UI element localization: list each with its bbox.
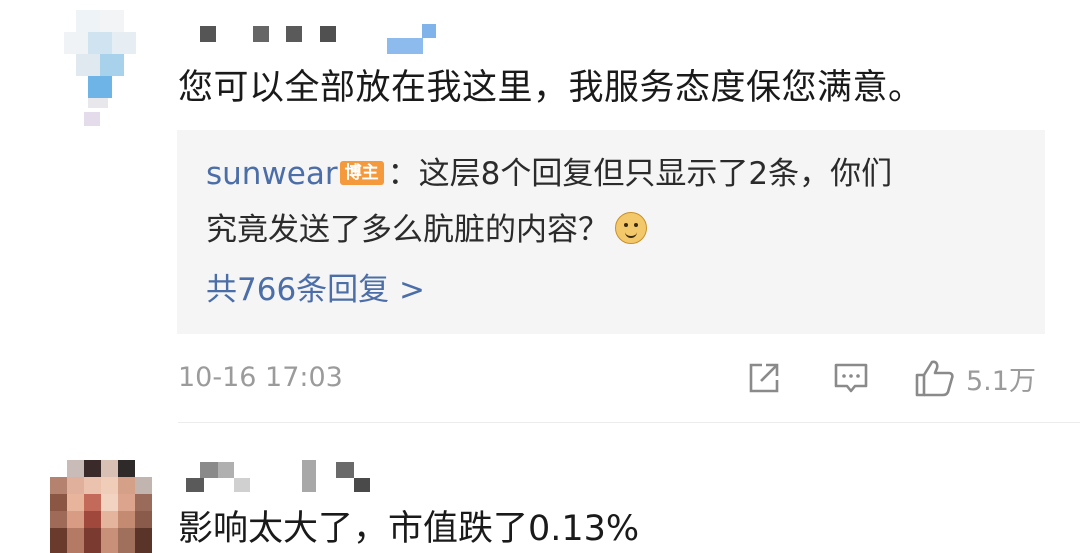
avatar[interactable] (64, 10, 136, 126)
reply-text-2: 究竟发送了多么肮脏的内容？ (206, 212, 609, 248)
share-icon (749, 363, 779, 393)
comment-button[interactable] (832, 358, 870, 398)
share-button[interactable] (746, 358, 782, 398)
avatar[interactable] (50, 460, 152, 553)
like-button[interactable]: 5.1万 (914, 358, 1036, 398)
more-replies-link[interactable]: 共766条回复 > (206, 268, 425, 312)
reply-line-2: 究竟发送了多么肮脏的内容？ (206, 208, 647, 252)
thumbs-up-icon (915, 360, 954, 397)
like-count: 5.1万 (966, 365, 1036, 397)
username-blurred[interactable] (200, 24, 450, 60)
username-blurred[interactable] (186, 460, 386, 496)
reply-preview[interactable]: sunwear 博主 ：这层8个回复但只显示了2条，你们 究竟发送了多么肮脏的内容？… (177, 130, 1045, 334)
reply-line-1: sunwear 博主 ：这层8个回复但只显示了2条，你们 (206, 152, 892, 196)
comment-divider (178, 422, 1080, 423)
comment-timestamp: 10-16 17:03 (178, 362, 343, 393)
comment-icon (834, 363, 868, 393)
doge-emoji-icon (615, 212, 647, 244)
reply-username[interactable]: sunwear (206, 156, 338, 192)
comment-text: 影响太大了，市值跌了0.13% (178, 509, 640, 549)
comment-text: 您可以全部放在我这里，我服务态度保您满意。 (178, 68, 924, 108)
reply-text-1: ：这层8个回复但只显示了2条，你们 (387, 156, 893, 192)
author-badge: 博主 (339, 161, 384, 185)
